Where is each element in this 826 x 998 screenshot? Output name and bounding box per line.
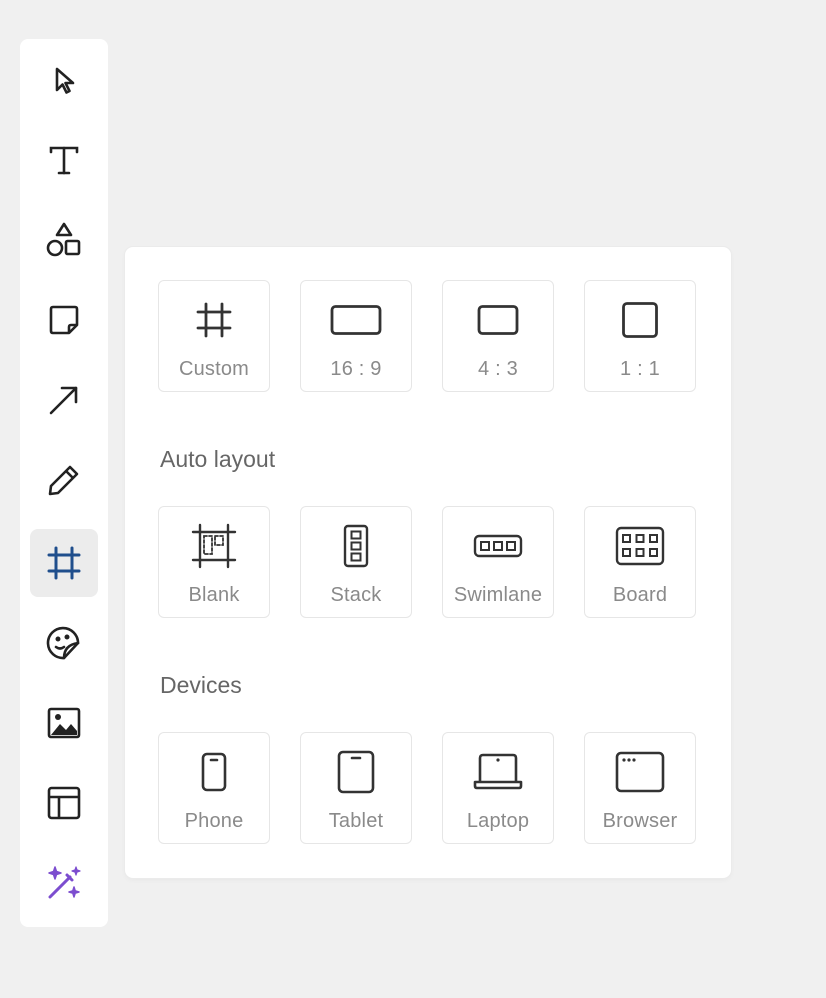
- shapes-icon: [46, 222, 81, 257]
- option-label: 1 : 1: [620, 358, 660, 380]
- option-label: Board: [612, 584, 668, 606]
- option-label: Phone: [184, 810, 244, 832]
- option-label: Swimlane: [453, 584, 543, 606]
- tool-stickers[interactable]: [30, 609, 98, 677]
- board-layout-icon: [615, 526, 665, 566]
- option-label: Laptop: [466, 810, 530, 832]
- toolbar: [20, 39, 108, 927]
- tool-templates[interactable]: [30, 769, 98, 837]
- option-label: 16 : 9: [330, 358, 382, 380]
- auto-layout-blank-option[interactable]: Blank: [158, 506, 270, 618]
- sticker-icon: [46, 626, 80, 660]
- auto-layout-board-option[interactable]: Board: [584, 506, 696, 618]
- tool-image[interactable]: [30, 689, 98, 757]
- rectangle-icon: [477, 305, 519, 335]
- pencil-icon: [48, 465, 79, 496]
- arrow-icon: [49, 386, 78, 415]
- phone-icon: [201, 752, 227, 792]
- magic-wand-icon: [48, 866, 81, 899]
- browser-icon: [615, 751, 665, 793]
- option-label: Stack: [330, 584, 382, 606]
- device-phone-option[interactable]: Phone: [158, 732, 270, 844]
- auto-layout-swimlane-option[interactable]: Swimlane: [442, 506, 554, 618]
- tablet-icon: [337, 750, 375, 794]
- cursor-icon: [55, 67, 75, 94]
- tool-frame[interactable]: [30, 529, 98, 597]
- wide-rectangle-icon: [330, 305, 382, 335]
- swimlane-layout-icon: [473, 534, 523, 558]
- tool-connector[interactable]: [30, 366, 98, 434]
- option-label: Tablet: [328, 810, 384, 832]
- tool-sticky-note[interactable]: [30, 286, 98, 354]
- frame-4-3-option[interactable]: 4 : 3: [442, 280, 554, 392]
- auto-layout-stack-option[interactable]: Stack: [300, 506, 412, 618]
- frame-icon: [47, 546, 81, 580]
- tool-ai[interactable]: [30, 849, 98, 917]
- frame-options-panel: Custom 16 : 9 4 : 3 1 : 1 Auto layout Bl…: [125, 247, 731, 878]
- tool-shapes[interactable]: [30, 206, 98, 274]
- option-label: 4 : 3: [478, 358, 518, 380]
- option-label: Custom: [178, 358, 250, 380]
- device-browser-option[interactable]: Browser: [584, 732, 696, 844]
- frame-custom-option[interactable]: Custom: [158, 280, 270, 392]
- stack-layout-icon: [343, 524, 369, 568]
- tool-text[interactable]: [30, 126, 98, 194]
- devices-heading: Devices: [160, 672, 242, 698]
- auto-layout-heading: Auto layout: [160, 446, 276, 472]
- text-icon: [49, 146, 79, 175]
- frame-icon: [196, 302, 232, 338]
- blank-layout-icon: [191, 523, 237, 569]
- device-tablet-option[interactable]: Tablet: [300, 732, 412, 844]
- image-icon: [47, 707, 81, 739]
- template-icon: [47, 786, 81, 820]
- device-laptop-option[interactable]: Laptop: [442, 732, 554, 844]
- square-icon: [622, 302, 658, 338]
- frame-16-9-option[interactable]: 16 : 9: [300, 280, 412, 392]
- sticky-note-icon: [49, 305, 79, 335]
- tool-pen[interactable]: [30, 446, 98, 514]
- option-label: Blank: [188, 584, 240, 606]
- frame-1-1-option[interactable]: 1 : 1: [584, 280, 696, 392]
- tool-select[interactable]: [30, 46, 98, 114]
- laptop-icon: [473, 753, 523, 790]
- option-label: Browser: [602, 810, 678, 832]
